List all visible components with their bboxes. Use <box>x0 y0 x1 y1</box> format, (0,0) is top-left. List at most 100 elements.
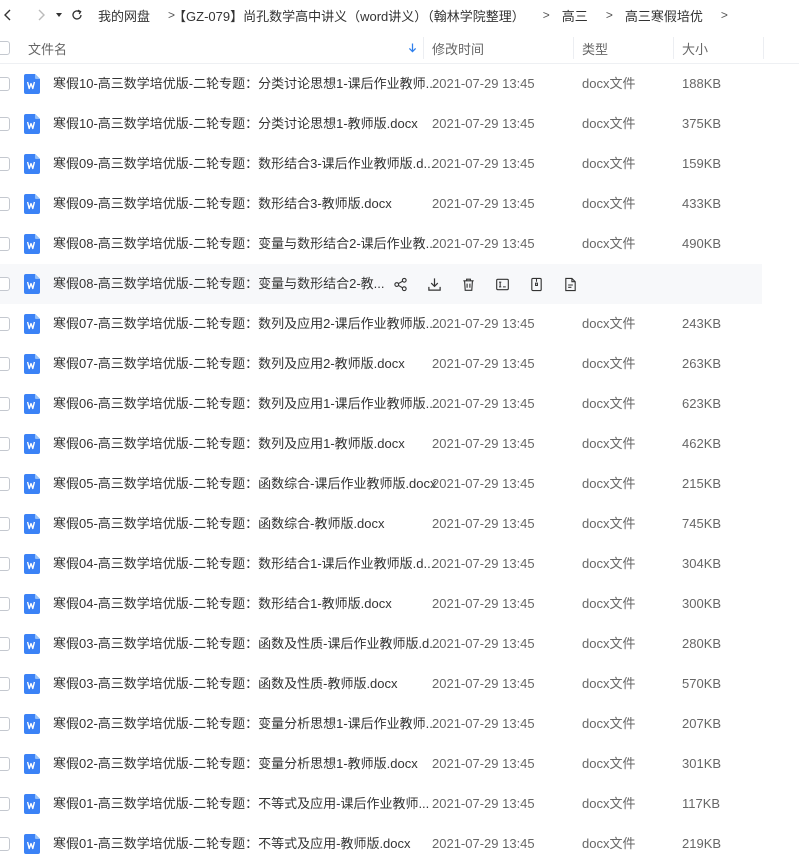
file-name[interactable]: 寒假03-高三数学培优版-二轮专题：函数及性质-教师版.docx <box>53 664 398 704</box>
file-size: 215KB <box>682 476 722 491</box>
row-checkbox[interactable] <box>0 357 10 371</box>
row-checkbox[interactable] <box>0 317 10 331</box>
word-document-icon <box>24 754 40 774</box>
row-checkbox[interactable] <box>0 477 10 491</box>
row-checkbox[interactable] <box>0 557 10 571</box>
file-row[interactable]: 寒假08-高三数学培优版-二轮专题：变量与数形结合2-教... <box>0 264 762 304</box>
file-name[interactable]: 寒假03-高三数学培优版-二轮专题：函数及性质-课后作业教师版.d... <box>53 624 440 664</box>
file-row[interactable]: 寒假06-高三数学培优版-二轮专题：数列及应用1-教师版.docx 2021-0… <box>0 424 799 464</box>
file-name[interactable]: 寒假01-高三数学培优版-二轮专题：不等式及应用-教师版.docx <box>53 824 411 864</box>
file-name[interactable]: 寒假02-高三数学培优版-二轮专题：变量分析思想1-教师版.docx <box>53 744 418 784</box>
file-row[interactable]: 寒假03-高三数学培优版-二轮专题：函数及性质-教师版.docx 2021-07… <box>0 664 799 704</box>
file-row[interactable]: 寒假09-高三数学培优版-二轮专题：数形结合3-教师版.docx 2021-07… <box>0 184 799 224</box>
breadcrumb-item[interactable]: 高三 <box>562 6 588 25</box>
row-checkbox[interactable] <box>0 397 10 411</box>
breadcrumb-item[interactable]: 高三寒假培优 <box>625 6 703 25</box>
file-row[interactable]: 寒假10-高三数学培优版-二轮专题：分类讨论思想1-教师版.docx 2021-… <box>0 104 799 144</box>
file-row[interactable]: 寒假06-高三数学培优版-二轮专题：数列及应用1-课后作业教师版.... 202… <box>0 384 799 424</box>
file-size: 207KB <box>682 716 722 731</box>
breadcrumb-item[interactable]: 【GZ-079】尚孔数学高中讲义（word讲义）（翰林学院整理） <box>173 6 525 25</box>
column-divider[interactable] <box>763 37 764 59</box>
file-name[interactable]: 寒假01-高三数学培优版-二轮专题：不等式及应用-课后作业教师... <box>53 784 429 824</box>
row-checkbox[interactable] <box>0 437 10 451</box>
file-modified-date: 2021-07-29 13:45 <box>432 396 535 411</box>
file-name[interactable]: 寒假05-高三数学培优版-二轮专题：函数综合-教师版.docx <box>53 504 385 544</box>
file-name[interactable]: 寒假07-高三数学培优版-二轮专题：数列及应用2-课后作业教师版.... <box>53 304 440 344</box>
row-checkbox[interactable] <box>0 277 10 291</box>
history-dropdown-button[interactable] <box>52 0 66 30</box>
row-checkbox[interactable] <box>0 197 10 211</box>
file-row[interactable]: 寒假07-高三数学培优版-二轮专题：数列及应用2-课后作业教师版.... 202… <box>0 304 799 344</box>
row-checkbox[interactable] <box>0 237 10 251</box>
file-type: docx文件 <box>582 836 636 851</box>
file-name[interactable]: 寒假10-高三数学培优版-二轮专题：分类讨论思想1-教师版.docx <box>53 104 418 144</box>
file-row[interactable]: 寒假10-高三数学培优版-二轮专题：分类讨论思想1-课后作业教师... 2021… <box>0 64 799 104</box>
file-row[interactable]: 寒假02-高三数学培优版-二轮专题：变量分析思想1-教师版.docx 2021-… <box>0 744 799 784</box>
word-document-icon <box>24 714 40 734</box>
file-row[interactable]: 寒假01-高三数学培优版-二轮专题：不等式及应用-课后作业教师... 2021-… <box>0 784 799 824</box>
file-type: docx文件 <box>582 676 636 691</box>
file-row[interactable]: 寒假08-高三数学培优版-二轮专题：变量与数形结合2-课后作业教... 2021… <box>0 224 799 264</box>
column-divider[interactable] <box>423 37 424 59</box>
file-row[interactable]: 寒假07-高三数学培优版-二轮专题：数列及应用2-教师版.docx 2021-0… <box>0 344 799 384</box>
select-all-checkbox[interactable] <box>0 41 10 55</box>
column-header-name-label: 文件名 <box>28 41 68 57</box>
column-header-size[interactable]: 大小 <box>682 33 708 63</box>
column-header-type[interactable]: 类型 <box>582 33 608 63</box>
file-name[interactable]: 寒假04-高三数学培优版-二轮专题：数形结合1-教师版.docx <box>53 584 392 624</box>
file-name[interactable]: 寒假02-高三数学培优版-二轮专题：变量分析思想1-课后作业教师... <box>53 704 437 744</box>
file-name[interactable]: 寒假09-高三数学培优版-二轮专题：数形结合3-课后作业教师版.d... <box>53 144 434 184</box>
file-name[interactable]: 寒假08-高三数学培优版-二轮专题：变量与数形结合2-教... <box>53 264 385 304</box>
column-header-name[interactable]: 文件名 <box>28 33 423 63</box>
word-document-icon <box>24 114 40 134</box>
file-row[interactable]: 寒假05-高三数学培优版-二轮专题：函数综合-课后作业教师版.docx 2021… <box>0 464 799 504</box>
file-type: docx文件 <box>582 716 636 731</box>
row-checkbox[interactable] <box>0 677 10 691</box>
file-row[interactable]: 寒假04-高三数学培优版-二轮专题：数形结合1-课后作业教师版.d... 202… <box>0 544 799 584</box>
archive-button[interactable] <box>519 264 553 304</box>
row-checkbox[interactable] <box>0 117 10 131</box>
file-name[interactable]: 寒假08-高三数学培优版-二轮专题：变量与数形结合2-课后作业教... <box>53 224 437 264</box>
word-document-icon <box>24 594 40 614</box>
column-divider[interactable] <box>673 37 674 59</box>
row-checkbox[interactable] <box>0 157 10 171</box>
open-document-button[interactable] <box>553 264 587 304</box>
refresh-button[interactable] <box>66 0 88 30</box>
row-checkbox[interactable] <box>0 597 10 611</box>
file-row[interactable]: 寒假05-高三数学培优版-二轮专题：函数综合-教师版.docx 2021-07-… <box>0 504 799 544</box>
row-checkbox[interactable] <box>0 797 10 811</box>
file-name[interactable]: 寒假06-高三数学培优版-二轮专题：数列及应用1-课后作业教师版.... <box>53 384 440 424</box>
file-size: 263KB <box>682 356 722 371</box>
column-header-date[interactable]: 修改时间 <box>432 33 484 63</box>
file-row[interactable]: 寒假02-高三数学培优版-二轮专题：变量分析思想1-课后作业教师... 2021… <box>0 704 799 744</box>
rename-button[interactable] <box>485 264 519 304</box>
delete-button[interactable] <box>451 264 485 304</box>
file-name[interactable]: 寒假05-高三数学培优版-二轮专题：函数综合-课后作业教师版.docx <box>53 464 437 504</box>
file-row[interactable]: 寒假04-高三数学培优版-二轮专题：数形结合1-教师版.docx 2021-07… <box>0 584 799 624</box>
row-checkbox[interactable] <box>0 77 10 91</box>
row-checkbox[interactable] <box>0 637 10 651</box>
back-button[interactable] <box>0 0 16 30</box>
column-divider[interactable] <box>573 37 574 59</box>
navigation-bar: 我的网盘 > 【GZ-079】尚孔数学高中讲义（word讲义）（翰林学院整理） … <box>0 0 799 30</box>
forward-button[interactable] <box>30 0 52 30</box>
row-checkbox[interactable] <box>0 757 10 771</box>
row-checkbox[interactable] <box>0 717 10 731</box>
file-type: docx文件 <box>582 756 636 771</box>
share-button[interactable] <box>383 264 417 304</box>
file-name[interactable]: 寒假07-高三数学培优版-二轮专题：数列及应用2-教师版.docx <box>53 344 405 384</box>
file-row[interactable]: 寒假09-高三数学培优版-二轮专题：数形结合3-课后作业教师版.d... 202… <box>0 144 799 184</box>
document-icon <box>564 277 576 291</box>
download-button[interactable] <box>417 264 451 304</box>
file-name[interactable]: 寒假10-高三数学培优版-二轮专题：分类讨论思想1-课后作业教师... <box>53 64 437 104</box>
breadcrumb-item[interactable]: 我的网盘 <box>98 6 150 25</box>
file-modified-date: 2021-07-29 13:45 <box>432 716 535 731</box>
row-checkbox[interactable] <box>0 837 10 851</box>
file-size: 243KB <box>682 316 722 331</box>
file-name[interactable]: 寒假06-高三数学培优版-二轮专题：数列及应用1-教师版.docx <box>53 424 405 464</box>
file-name[interactable]: 寒假09-高三数学培优版-二轮专题：数形结合3-教师版.docx <box>53 184 392 224</box>
row-checkbox[interactable] <box>0 517 10 531</box>
file-row[interactable]: 寒假03-高三数学培优版-二轮专题：函数及性质-课后作业教师版.d... 202… <box>0 624 799 664</box>
file-row[interactable]: 寒假01-高三数学培优版-二轮专题：不等式及应用-教师版.docx 2021-0… <box>0 824 799 864</box>
file-name[interactable]: 寒假04-高三数学培优版-二轮专题：数形结合1-课后作业教师版.d... <box>53 544 434 584</box>
